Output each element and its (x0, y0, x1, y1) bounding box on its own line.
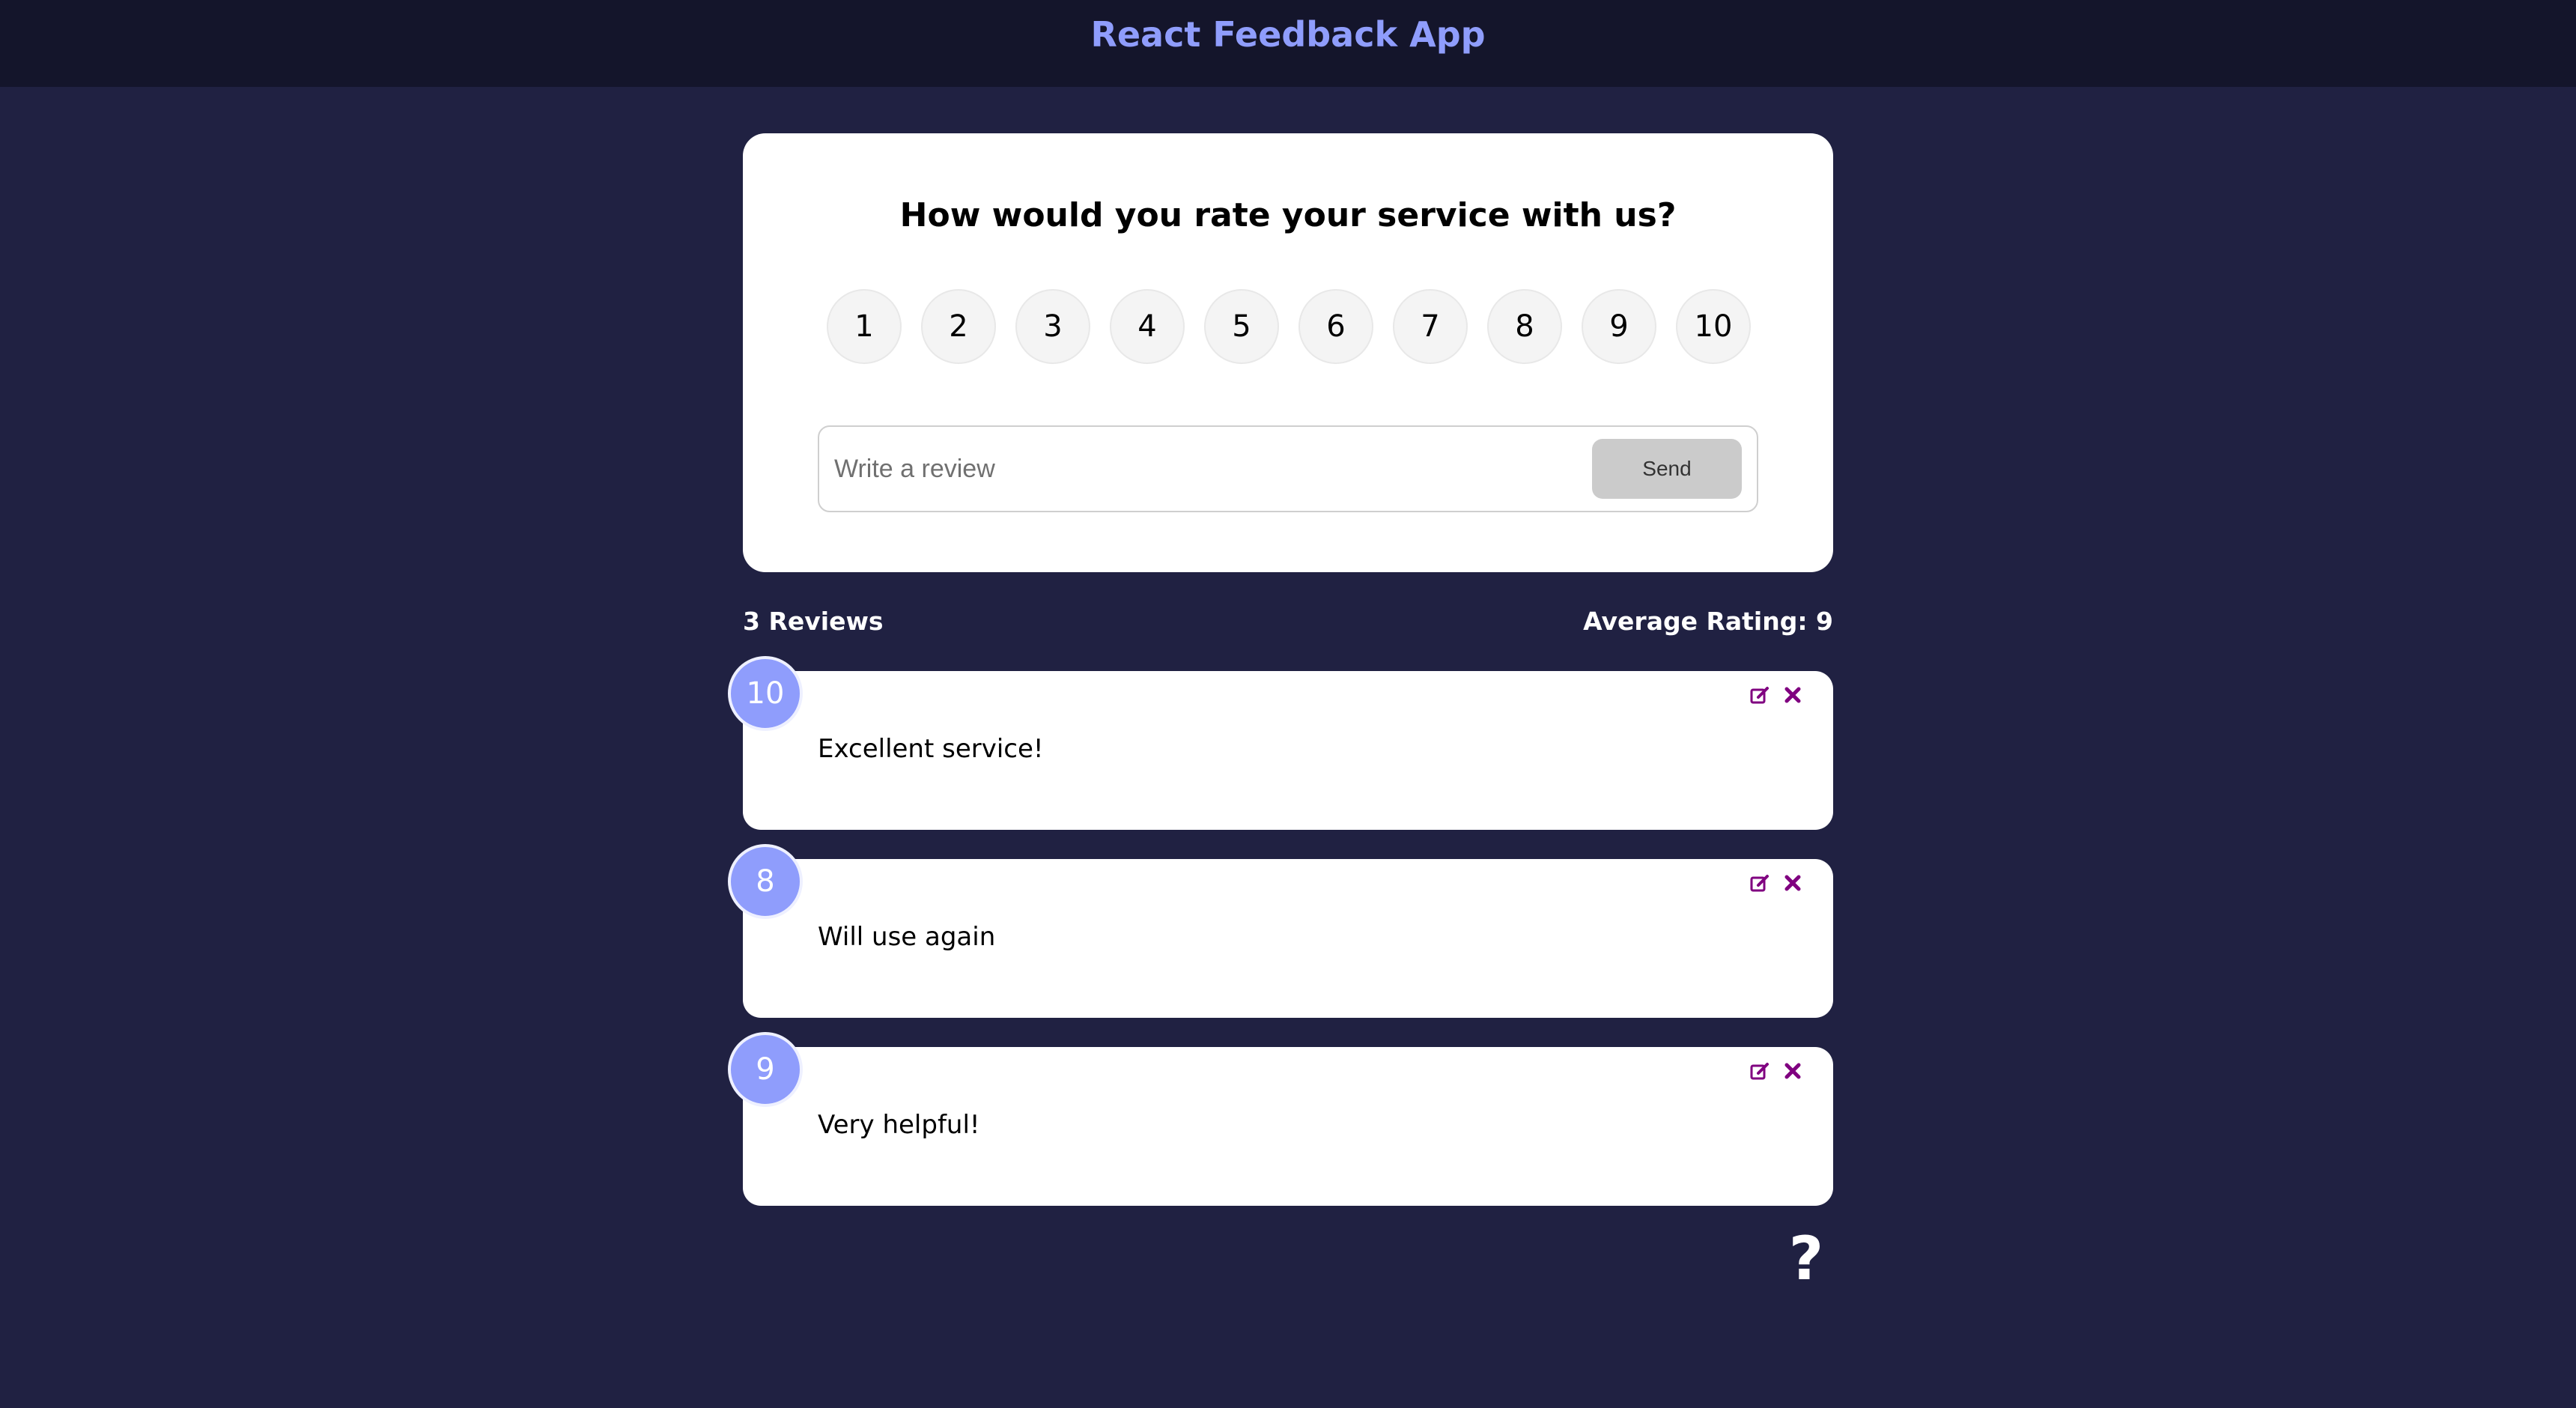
average-rating: Average Rating: 9 (1583, 606, 1833, 636)
rating-option-6[interactable]: 6 (1298, 289, 1373, 364)
close-icon[interactable] (1782, 685, 1803, 705)
feedback-form-card: How would you rate your service with us?… (743, 133, 1833, 572)
review-card: 9 Very helpful! (728, 1032, 1833, 1206)
rating-selector: 1 2 3 4 5 6 7 8 9 10 (827, 289, 1751, 364)
review-text: Very helpful! (818, 1110, 980, 1140)
review-card: 8 Will use again (728, 844, 1833, 1018)
rating-option-9[interactable]: 9 (1582, 289, 1656, 364)
review-input[interactable] (834, 454, 1592, 484)
app-title: React Feedback App (1090, 14, 1486, 55)
review-actions (1749, 873, 1803, 893)
rating-option-8[interactable]: 8 (1487, 289, 1562, 364)
rating-question: How would you rate your service with us? (899, 196, 1677, 234)
edit-icon[interactable] (1749, 873, 1770, 893)
review-rating-badge: 10 (728, 656, 803, 731)
review-rating-badge: 9 (728, 1032, 803, 1107)
question-icon[interactable]: ? (1784, 1224, 1829, 1293)
review-count: 3 Reviews (743, 606, 884, 636)
review-input-group: Send (818, 425, 1758, 512)
edit-icon[interactable] (1749, 685, 1770, 705)
rating-option-7[interactable]: 7 (1393, 289, 1468, 364)
rating-option-2[interactable]: 2 (921, 289, 996, 364)
feedback-stats: 3 Reviews Average Rating: 9 (743, 604, 1833, 638)
close-icon[interactable] (1782, 1060, 1803, 1081)
rating-option-10[interactable]: 10 (1676, 289, 1751, 364)
close-icon[interactable] (1782, 873, 1803, 893)
rating-option-4[interactable]: 4 (1110, 289, 1185, 364)
app-header: React Feedback App (0, 0, 2576, 87)
review-text: Will use again (818, 922, 996, 952)
review-rating-badge: 8 (728, 844, 803, 919)
edit-icon[interactable] (1749, 1060, 1770, 1081)
review-text: Excellent service! (818, 734, 1044, 764)
review-actions (1749, 1060, 1803, 1081)
send-button[interactable]: Send (1592, 439, 1742, 499)
rating-option-3[interactable]: 3 (1015, 289, 1090, 364)
review-actions (1749, 685, 1803, 705)
rating-option-1[interactable]: 1 (827, 289, 902, 364)
review-card: 10 Excellent service! (728, 656, 1833, 830)
rating-option-5[interactable]: 5 (1204, 289, 1279, 364)
